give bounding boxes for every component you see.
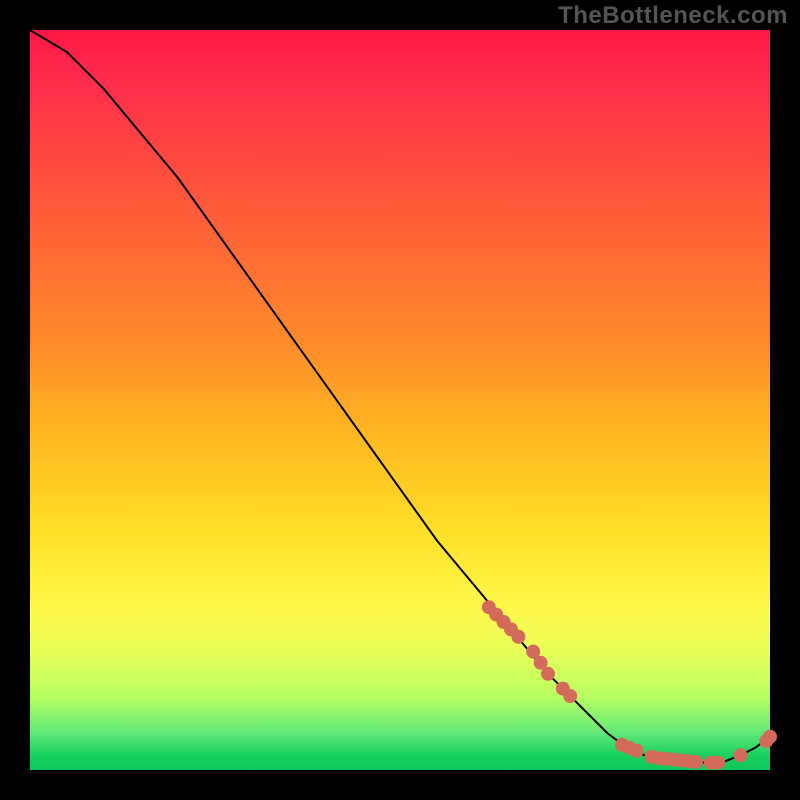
chart-frame: TheBottleneck.com — [0, 0, 800, 800]
data-marker — [711, 756, 725, 770]
plot-area — [30, 30, 770, 770]
chart-svg — [30, 30, 770, 770]
watermark-text: TheBottleneck.com — [558, 2, 788, 30]
data-marker — [689, 755, 703, 769]
data-marker — [541, 667, 555, 681]
curve-line — [30, 30, 770, 763]
data-marker — [630, 744, 644, 758]
data-marker — [563, 689, 577, 703]
data-marker — [763, 730, 777, 744]
data-marker — [511, 630, 525, 644]
markers-group — [482, 600, 777, 769]
data-marker — [733, 748, 747, 762]
